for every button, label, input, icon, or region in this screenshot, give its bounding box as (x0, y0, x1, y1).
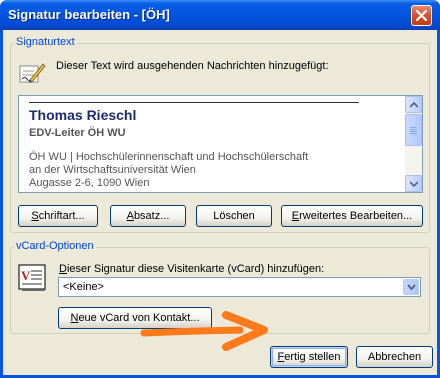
editor-scrollbar[interactable] (405, 96, 422, 192)
signature-line-3: Augasse 2-6, 1090 Wien (29, 177, 150, 189)
font-button[interactable]: Schriftart... (18, 205, 98, 227)
vcard-select[interactable]: <Keine> (58, 277, 421, 297)
title-bar[interactable]: Signatur bearbeiten - [ÖH] (0, 0, 440, 30)
signature-group-legend: Signaturtext (14, 36, 77, 48)
advanced-edit-button[interactable]: Erweitertes Bearbeiten... (281, 205, 423, 227)
signature-name: Thomas Rieschl (29, 107, 137, 123)
window-title: Signatur bearbeiten - [ÖH] (8, 7, 170, 22)
signature-editor[interactable]: Thomas Rieschl EDV-Leiter ÖH WU ÖH WU | … (18, 95, 423, 193)
svg-text:V: V (21, 268, 31, 283)
signature-rule (29, 102, 359, 103)
signature-description: Dieser Text wird ausgehenden Nachrichten… (56, 60, 329, 72)
signature-pen-icon (18, 60, 46, 89)
scroll-thumb[interactable] (405, 114, 422, 146)
dropdown-arrow-icon (407, 284, 416, 290)
signature-line-1: ÖH WU | Hochschülerinnenschaft und Hochs… (29, 151, 309, 163)
delete-button[interactable]: Löschen (196, 205, 272, 227)
scroll-up-icon (410, 102, 418, 108)
close-icon (416, 10, 427, 21)
cancel-button[interactable]: Abbrechen (356, 346, 433, 368)
scroll-up-button[interactable] (405, 96, 422, 113)
scroll-down-icon (410, 181, 418, 187)
vcard-label: Dieser Signatur diese Visitenkarte (vCar… (59, 263, 325, 275)
scroll-down-button[interactable] (405, 175, 422, 192)
vcard-select-value: <Keine> (63, 281, 104, 293)
paragraph-button[interactable]: Absatz... (110, 205, 186, 227)
signature-line-2: an der Wirtschaftsuniversität Wien (29, 164, 196, 176)
dialog-window: Signatur bearbeiten - [ÖH] Signaturtext … (0, 0, 440, 378)
finish-button[interactable]: Fertig stellen (270, 346, 348, 368)
annotation-arrow-icon (140, 311, 268, 351)
vcard-group-legend: vCard-Optionen (14, 240, 96, 252)
vcard-dropdown-button[interactable] (403, 279, 419, 295)
close-button[interactable] (411, 5, 432, 26)
vcard-icon: V (18, 264, 48, 295)
signature-role: EDV-Leiter ÖH WU (29, 127, 126, 139)
